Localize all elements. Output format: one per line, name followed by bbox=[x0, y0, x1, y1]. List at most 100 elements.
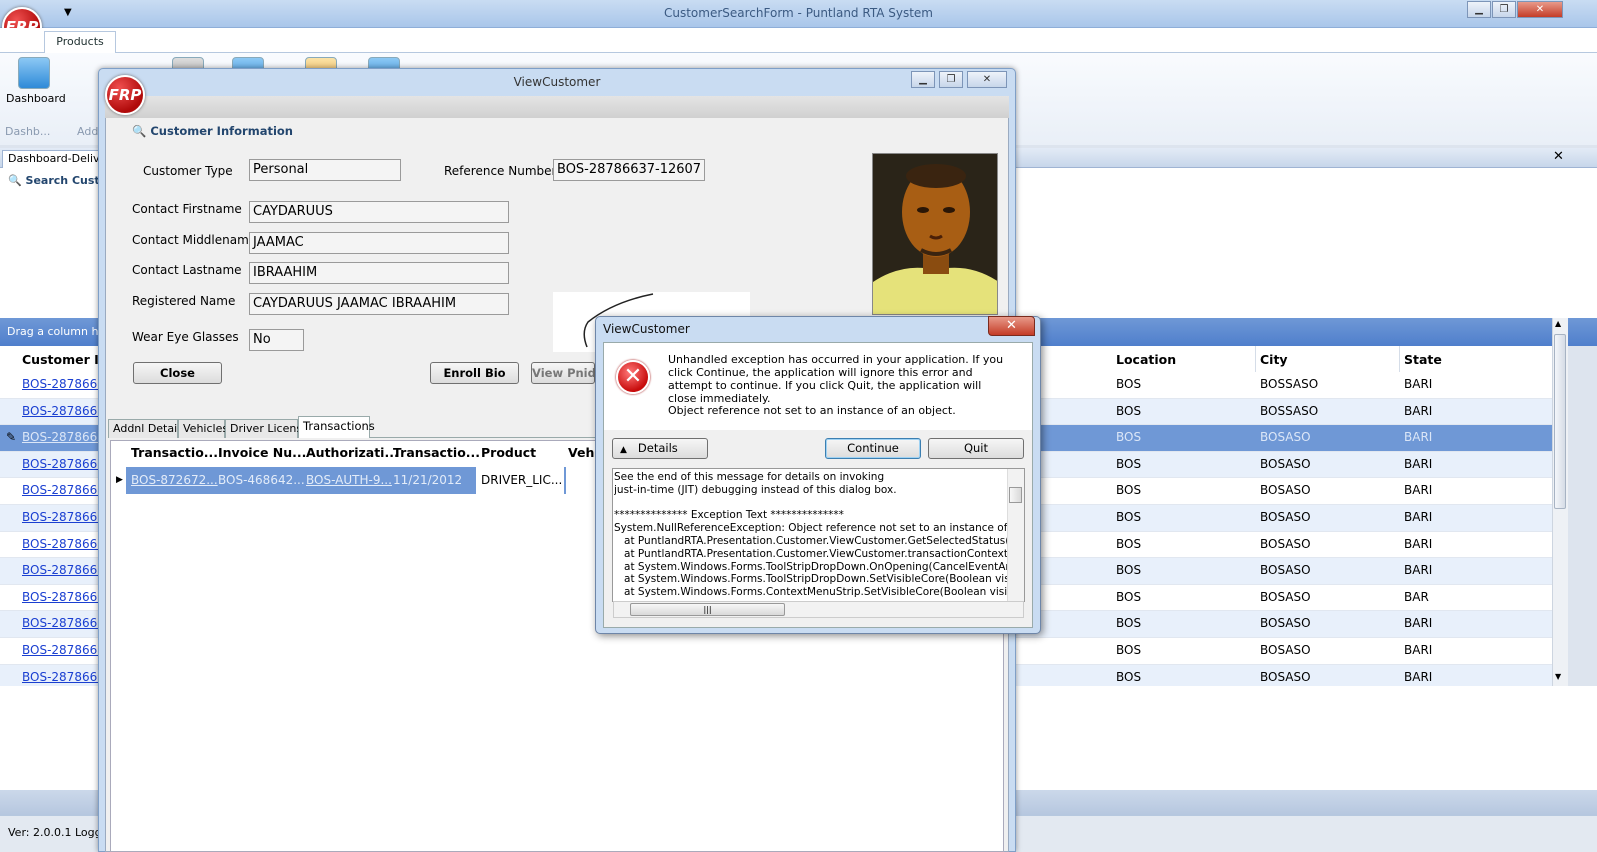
cell-customer-id[interactable]: BOS-2878663 bbox=[22, 430, 105, 444]
scroll-down-icon[interactable]: ▼ bbox=[1555, 672, 1561, 681]
error-message: Unhandled exception has occurred in your… bbox=[668, 353, 1004, 405]
search-icon: 🔍 bbox=[8, 174, 22, 187]
ribbon-group-dashboard: Dashb... bbox=[5, 125, 51, 138]
close-button[interactable]: Close bbox=[133, 362, 222, 384]
cell-authorization[interactable]: BOS-AUTH-9... bbox=[306, 473, 392, 487]
cell-state: BARI bbox=[1404, 483, 1433, 498]
vc-minimize-button[interactable]: ▁ bbox=[911, 71, 935, 88]
ribbon-tab-products[interactable]: Products bbox=[44, 31, 116, 53]
cell-city: BOSASO bbox=[1260, 616, 1311, 631]
error-message-detail: Object reference not set to an instance … bbox=[668, 404, 956, 417]
quick-access-dropdown-icon[interactable]: ▼ bbox=[64, 7, 72, 18]
error-close-button[interactable]: ✕ bbox=[988, 316, 1035, 336]
view-customer-header bbox=[105, 96, 1009, 118]
tab-transactions[interactable]: Transactions bbox=[298, 416, 375, 438]
error-icon: ✕ bbox=[616, 360, 650, 394]
grid-scroll-thumb[interactable] bbox=[1554, 334, 1566, 509]
cell-customer-id[interactable]: BOS-2878663 bbox=[22, 377, 105, 391]
cell-customer-id[interactable]: BOS-2878663 bbox=[22, 563, 105, 577]
column-header-location[interactable]: Location bbox=[1112, 346, 1256, 372]
cell-state: BARI bbox=[1404, 510, 1433, 524]
field-registered-name[interactable]: CAYDARUUS JAAMAC IBRAAHIM bbox=[249, 293, 509, 315]
cell-location: BOS bbox=[1116, 377, 1142, 391]
scroll-up-icon[interactable]: ▲ bbox=[1555, 319, 1561, 328]
tab-driver-license[interactable]: Driver License bbox=[225, 419, 309, 438]
cell-transaction-date: 11/21/2012 bbox=[393, 473, 463, 487]
cell-customer-id[interactable]: BOS-2878663 bbox=[22, 590, 105, 604]
enroll-bio-button[interactable]: Enroll Bio bbox=[430, 362, 519, 384]
field-reference-number[interactable]: BOS-28786637-12607 bbox=[553, 159, 705, 181]
label-reference-number: Reference Number bbox=[444, 164, 557, 178]
cell-customer-id[interactable]: BOS-2878663 bbox=[22, 670, 105, 684]
cell-state: BARI bbox=[1404, 403, 1433, 418]
cell-state: BARI bbox=[1404, 536, 1433, 551]
field-customer-type[interactable]: Personal bbox=[249, 159, 401, 181]
cell-customer-id[interactable]: BOS-2878663 bbox=[22, 510, 105, 524]
field-eye-glasses[interactable]: No bbox=[249, 329, 304, 351]
cell-city: BOSASO bbox=[1260, 669, 1311, 684]
dashboard-icon[interactable] bbox=[18, 57, 50, 89]
column-header-state[interactable]: State bbox=[1400, 346, 1552, 372]
vc-logo: FRP bbox=[105, 75, 145, 115]
cell-location: BOS bbox=[1116, 589, 1142, 604]
cell-location: BOS bbox=[1116, 563, 1142, 578]
close-window-button[interactable]: ✕ bbox=[1517, 1, 1563, 18]
vc-close-button[interactable]: ✕ bbox=[967, 71, 1007, 88]
cell-city: BOSSASO bbox=[1260, 377, 1319, 391]
close-icon[interactable]: ✕ bbox=[1553, 149, 1564, 164]
cell-city: BOSASO bbox=[1260, 456, 1311, 471]
details-button-label: Details bbox=[637, 441, 678, 455]
col-invoice-number[interactable]: Invoice Nu... bbox=[218, 445, 306, 460]
tab-dashboard-delivery[interactable]: Dashboard-Delivery bbox=[2, 150, 102, 168]
cell-customer-id[interactable]: BOS-2878663 bbox=[22, 483, 105, 497]
field-lastname[interactable]: IBRAAHIM bbox=[249, 262, 509, 284]
cell-state: BARI bbox=[1404, 563, 1433, 578]
tab-vehicles[interactable]: Vehicles bbox=[178, 419, 228, 438]
field-middlename[interactable]: JAAMAC bbox=[249, 232, 509, 254]
minimize-button[interactable]: ▁ bbox=[1467, 1, 1491, 18]
continue-button[interactable]: Continue bbox=[825, 438, 921, 459]
customer-information-text: Customer Information bbox=[150, 124, 293, 138]
col-transaction-date[interactable]: Transactio... bbox=[393, 445, 480, 460]
column-header-city[interactable]: City bbox=[1256, 346, 1400, 372]
label-firstname: Contact Firstname bbox=[132, 202, 242, 216]
label-eye-glasses: Wear Eye Glasses bbox=[132, 330, 239, 344]
customer-photo bbox=[872, 153, 998, 315]
maximize-button[interactable]: ❐ bbox=[1492, 1, 1516, 18]
col-product[interactable]: Product bbox=[481, 445, 536, 460]
cell-transaction-id[interactable]: BOS-872672... bbox=[131, 473, 218, 487]
cell-state: BARI bbox=[1404, 643, 1433, 657]
cell-state: BARI bbox=[1404, 669, 1433, 684]
cell-customer-id[interactable]: BOS-2878663 bbox=[22, 537, 105, 551]
cell-customer-id[interactable]: BOS-2878663 bbox=[22, 616, 105, 630]
cell-state: BARI bbox=[1404, 616, 1433, 631]
cell-location: BOS bbox=[1116, 536, 1142, 551]
view-pnid-button[interactable]: View Pnid F bbox=[531, 362, 595, 384]
dashboard-button-label[interactable]: Dashboard bbox=[6, 92, 66, 105]
quit-button[interactable]: Quit bbox=[928, 438, 1024, 459]
cell-customer-id[interactable]: BOS-2878663 bbox=[22, 457, 105, 471]
cell-customer-id[interactable]: BOS-2878663 bbox=[22, 643, 105, 657]
cell-city: BOSASO bbox=[1260, 430, 1311, 445]
col-transaction-id[interactable]: Transactio... bbox=[131, 445, 218, 460]
col-authorization[interactable]: Authorizati... bbox=[306, 445, 399, 460]
cell-product: DRIVER_LIC... bbox=[481, 473, 563, 487]
cell-city: BOSASO bbox=[1260, 536, 1311, 551]
cell-customer-id[interactable]: BOS-2878663 bbox=[22, 404, 105, 418]
details-hscroll-thumb[interactable]: ||| bbox=[630, 603, 785, 616]
field-firstname[interactable]: CAYDARUUS bbox=[249, 201, 509, 223]
tab-addnl-details[interactable]: Addnl Details bbox=[108, 419, 186, 438]
cell-state: BARI bbox=[1404, 456, 1433, 471]
main-window-title: CustomerSearchForm - Puntland RTA System bbox=[663, 6, 933, 20]
label-middlename: Contact Middlename bbox=[132, 233, 257, 247]
details-scroll-thumb[interactable] bbox=[1009, 487, 1022, 503]
cell-location: BOS bbox=[1116, 643, 1142, 657]
cell-location: BOS bbox=[1116, 403, 1142, 418]
view-customer-title: ViewCustomer bbox=[513, 75, 601, 89]
label-customer-type: Customer Type bbox=[143, 164, 233, 178]
details-button[interactable]: ▲ Details bbox=[612, 438, 708, 459]
label-lastname: Contact Lastname bbox=[132, 263, 242, 277]
cell-location: BOS bbox=[1116, 483, 1142, 498]
chevron-up-icon: ▲ bbox=[620, 445, 627, 455]
vc-maximize-button[interactable]: ❐ bbox=[939, 71, 963, 88]
